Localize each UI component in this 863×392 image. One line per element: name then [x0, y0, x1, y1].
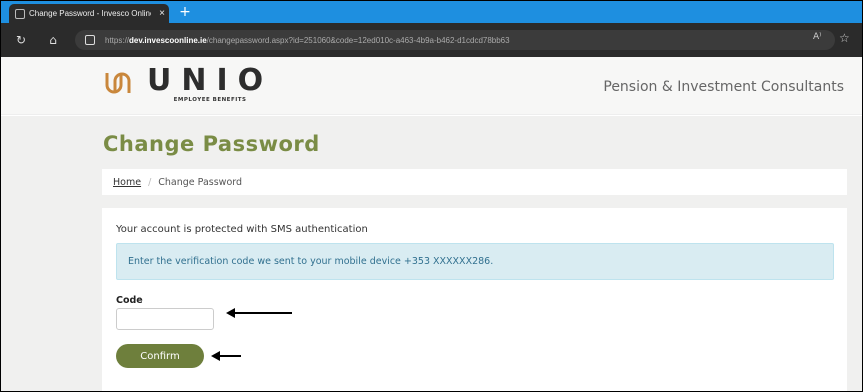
browser-tab[interactable]: Change Password - Invesco Online × [9, 4, 169, 23]
breadcrumb-home-link[interactable]: Home [113, 177, 141, 188]
url-host: dev.invescoonline.ie [129, 35, 207, 45]
verification-alert: Enter the verification code we sent to y… [116, 243, 834, 280]
breadcrumb-separator: / [148, 176, 152, 188]
logo-subtitle: EMPLOYEE BENEFITS [173, 97, 247, 103]
unio-logo[interactable]: UNIO EMPLOYEE BENEFITS [103, 63, 274, 105]
url-prefix: https:// [105, 35, 130, 45]
page-body: Change Password Home / Change Password Y… [1, 116, 862, 391]
read-aloud-icon[interactable]: A⁾ [813, 32, 821, 42]
refresh-icon[interactable]: ↻ [13, 32, 29, 48]
url-field[interactable]: https:// dev.invescoonline.ie /changepas… [75, 30, 835, 50]
browser-address-bar: ↻ ⌂ https:// dev.invescoonline.ie /chang… [1, 23, 862, 57]
breadcrumb-current: Change Password [158, 176, 243, 188]
new-tab-button[interactable]: + [177, 3, 193, 21]
site-tagline: Pension & Investment Consultants [603, 79, 844, 95]
annotation-arrow-code-icon [226, 308, 292, 318]
tab-close-icon[interactable]: × [155, 8, 169, 19]
page-title: Change Password [103, 132, 320, 156]
logo-word: UNIO [147, 63, 274, 98]
unio-logo-mark-icon [105, 72, 131, 94]
url-path: /changepassword.aspx?id=251060&code=12ed… [206, 35, 510, 45]
lock-icon [85, 35, 95, 45]
code-input[interactable] [116, 308, 214, 330]
site-favicon-icon [15, 8, 25, 19]
screenshot-frame: Change Password - Invesco Online × + ↻ ⌂… [0, 0, 863, 392]
change-password-card: Your account is protected with SMS authe… [102, 208, 847, 391]
breadcrumb: Home / Change Password [102, 169, 847, 195]
site-header: UNIO EMPLOYEE BENEFITS Pension & Investm… [1, 57, 862, 115]
sms-notice: Your account is protected with SMS authe… [116, 224, 368, 235]
tab-title: Change Password - Invesco Online [29, 9, 151, 18]
home-icon[interactable]: ⌂ [45, 32, 61, 48]
browser-tab-bar: Change Password - Invesco Online × + [1, 1, 862, 23]
code-label: Code [116, 295, 143, 306]
favorite-star-icon[interactable]: ☆ [839, 31, 850, 45]
verification-alert-text: Enter the verification code we sent to y… [128, 256, 494, 267]
confirm-button[interactable]: Confirm [116, 344, 204, 368]
annotation-arrow-confirm-icon [211, 351, 241, 361]
